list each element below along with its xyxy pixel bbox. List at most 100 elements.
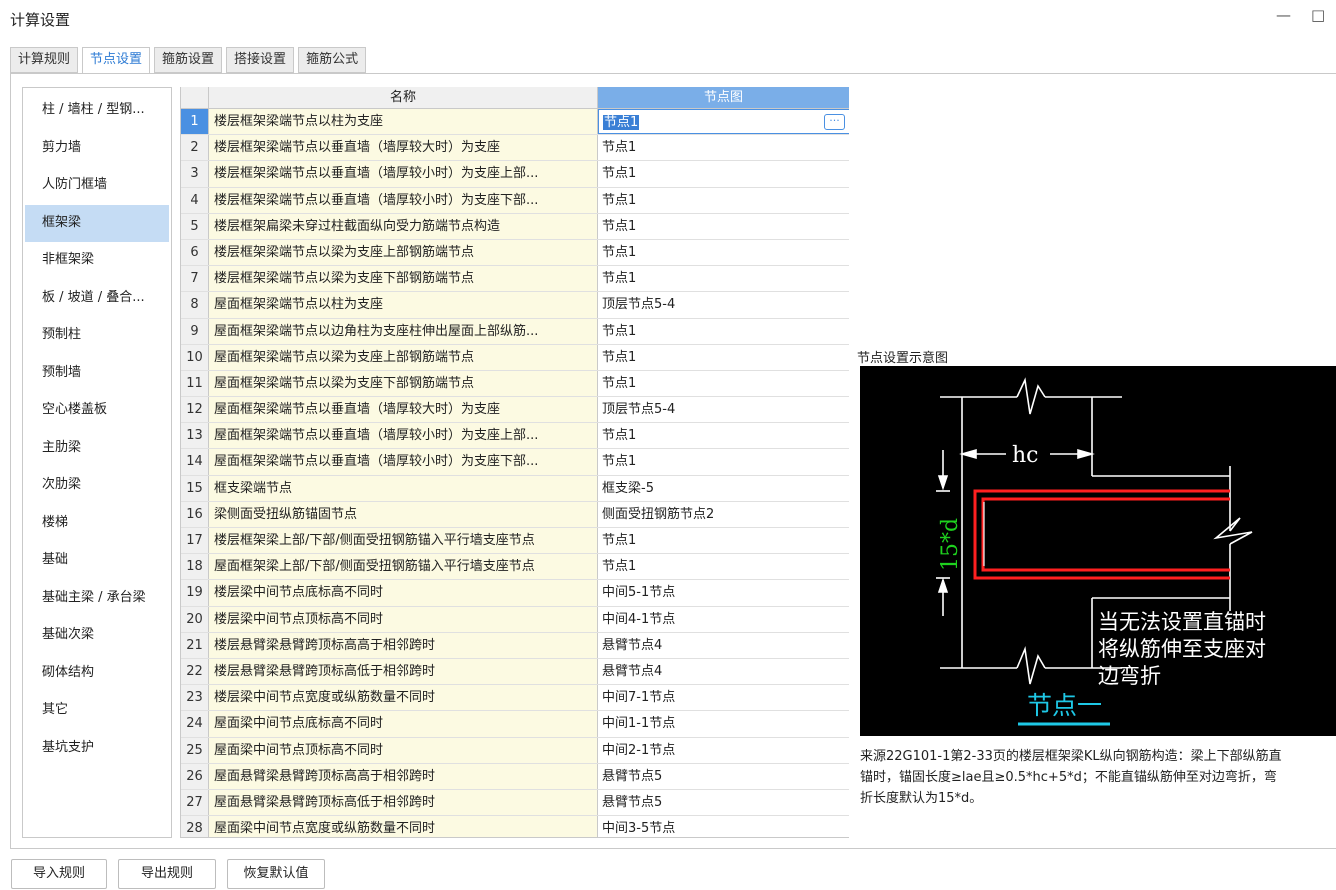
sidebar-item[interactable]: 板 / 坡道 / 叠合... <box>25 280 169 318</box>
table-row[interactable]: 28 屋面梁中间节点宽度或纵筋数量不同时 中间3-5节点 <box>181 816 849 837</box>
row-number[interactable]: 18 <box>181 554 209 580</box>
row-node-cell[interactable]: 中间7-1节点 <box>598 685 849 711</box>
row-node-cell[interactable]: 节点1 <box>598 239 849 266</box>
table-row[interactable]: 5 楼层框架扁梁未穿过柱截面纵向受力筋端节点构造 节点1 <box>181 213 849 240</box>
table-row[interactable]: 10 屋面框架梁端节点以梁为支座上部钢筋端节点 节点1 <box>181 344 849 371</box>
row-name-cell[interactable]: 楼层框架梁端节点以垂直墙（墙厚较大时）为支座 <box>209 135 598 161</box>
sidebar-item[interactable]: 框架梁 <box>25 204 169 242</box>
sidebar-item[interactable]: 剪力墙 <box>25 130 169 168</box>
table-row[interactable]: 17 楼层框架梁上部/下部/侧面受扭钢筋锚入平行墙支座节点 节点1 <box>181 528 849 555</box>
row-node-cell[interactable]: 节点1 <box>598 213 849 239</box>
row-node-cell[interactable]: 节点1 <box>598 423 849 449</box>
sidebar-item[interactable]: 基础 <box>25 542 169 580</box>
row-number[interactable]: 13 <box>181 423 209 449</box>
more-options-icon[interactable]: ··· <box>824 114 845 130</box>
row-name-cell[interactable]: 屋面框架梁端节点以垂直墙（墙厚较小时）为支座上部... <box>209 423 598 449</box>
table-row[interactable]: 14 屋面框架梁端节点以垂直墙（墙厚较小时）为支座下部... 节点1 <box>181 449 849 476</box>
row-number[interactable]: 27 <box>181 789 209 816</box>
row-name-cell[interactable]: 楼层悬臂梁悬臂跨顶标高高于相邻跨时 <box>209 632 598 658</box>
row-number[interactable]: 2 <box>181 135 209 161</box>
row-node-cell[interactable]: 悬臂节点5 <box>598 763 849 789</box>
row-node-cell[interactable]: 顶层节点5-4 <box>598 292 849 318</box>
table-row[interactable]: 13 屋面框架梁端节点以垂直墙（墙厚较小时）为支座上部... 节点1 <box>181 423 849 450</box>
row-number[interactable]: 11 <box>181 370 209 397</box>
row-name-cell[interactable]: 屋面悬臂梁悬臂跨顶标高高于相邻跨时 <box>209 763 598 789</box>
row-node-cell[interactable]: 节点1 ··· <box>598 109 849 135</box>
row-name-cell[interactable]: 屋面梁中间节点底标高不同时 <box>209 711 598 737</box>
row-name-cell[interactable]: 屋面框架梁端节点以边角柱为支座柱伸出屋面上部纵筋... <box>209 318 598 344</box>
row-node-cell[interactable]: 节点1 <box>598 370 849 397</box>
sidebar-item[interactable]: 次肋梁 <box>25 467 169 505</box>
row-number[interactable]: 25 <box>181 737 209 763</box>
table-row[interactable]: 22 楼层悬臂梁悬臂跨顶标高低于相邻跨时 悬臂节点4 <box>181 658 849 686</box>
table-row[interactable]: 25 屋面梁中间节点顶标高不同时 中间2-1节点 <box>181 737 849 764</box>
row-name-cell[interactable]: 楼层框架梁端节点以柱为支座 <box>209 109 598 135</box>
sidebar-item[interactable]: 人防门框墙 <box>25 167 169 205</box>
row-number[interactable]: 22 <box>181 658 209 685</box>
row-node-cell[interactable]: 节点1 <box>598 449 849 475</box>
import-rules-button[interactable]: 导入规则 <box>11 859 107 889</box>
row-node-cell[interactable]: 悬臂节点4 <box>598 658 849 685</box>
tab-calc-rules[interactable]: 计算规则 <box>10 47 79 73</box>
row-number[interactable]: 1 <box>181 109 209 135</box>
row-name-cell[interactable]: 框支梁端节点 <box>209 475 598 501</box>
row-node-cell[interactable]: 中间1-1节点 <box>598 711 849 737</box>
sidebar-item[interactable]: 其它 <box>25 692 169 730</box>
node-value-selected[interactable]: 节点1 <box>603 115 640 130</box>
minimize-button[interactable]: — <box>1276 6 1291 24</box>
row-name-cell[interactable]: 梁侧面受扭纵筋锚固节点 <box>209 501 598 527</box>
row-number[interactable]: 5 <box>181 213 209 239</box>
row-name-cell[interactable]: 楼层框架梁上部/下部/侧面受扭钢筋锚入平行墙支座节点 <box>209 528 598 554</box>
table-row[interactable]: 2 楼层框架梁端节点以垂直墙（墙厚较大时）为支座 节点1 <box>181 135 849 162</box>
row-name-cell[interactable]: 屋面框架梁端节点以柱为支座 <box>209 292 598 318</box>
row-number[interactable]: 20 <box>181 606 209 632</box>
table-row[interactable]: 24 屋面梁中间节点底标高不同时 中间1-1节点 <box>181 711 849 738</box>
table-row[interactable]: 1 楼层框架梁端节点以柱为支座 节点1 ··· <box>181 109 849 136</box>
row-name-cell[interactable]: 屋面框架梁端节点以梁为支座上部钢筋端节点 <box>209 344 598 370</box>
maximize-button[interactable]: □ <box>1311 6 1325 24</box>
row-node-cell[interactable]: 中间3-5节点 <box>598 816 849 837</box>
row-number[interactable]: 6 <box>181 239 209 266</box>
table-row[interactable]: 11 屋面框架梁端节点以梁为支座下部钢筋端节点 节点1 <box>181 370 849 398</box>
table-row[interactable]: 6 楼层框架梁端节点以梁为支座上部钢筋端节点 节点1 <box>181 239 849 267</box>
table-row[interactable]: 8 屋面框架梁端节点以柱为支座 顶层节点5-4 <box>181 292 849 319</box>
sidebar-item[interactable]: 基础主梁 / 承台梁 <box>25 580 169 618</box>
row-node-cell[interactable]: 节点1 <box>598 318 849 344</box>
sidebar-item[interactable]: 非框架梁 <box>25 242 169 280</box>
row-node-cell[interactable]: 节点1 <box>598 161 849 187</box>
row-node-cell[interactable]: 节点1 <box>598 187 849 213</box>
table-row[interactable]: 15 框支梁端节点 框支梁-5 <box>181 475 849 502</box>
row-name-cell[interactable]: 屋面梁中间节点顶标高不同时 <box>209 737 598 763</box>
row-number[interactable]: 19 <box>181 580 209 606</box>
row-node-cell[interactable]: 中间5-1节点 <box>598 580 849 606</box>
row-node-cell[interactable]: 框支梁-5 <box>598 475 849 501</box>
sidebar-item[interactable]: 楼梯 <box>25 505 169 543</box>
row-node-cell[interactable]: 节点1 <box>598 344 849 370</box>
row-number[interactable]: 26 <box>181 763 209 789</box>
row-node-cell[interactable]: 悬臂节点5 <box>598 789 849 816</box>
row-node-cell[interactable]: 顶层节点5-4 <box>598 397 849 423</box>
table-row[interactable]: 20 楼层梁中间节点顶标高不同时 中间4-1节点 <box>181 606 849 633</box>
grid-header-name[interactable]: 名称 <box>209 87 598 109</box>
row-number[interactable]: 16 <box>181 501 209 527</box>
table-row[interactable]: 18 屋面框架梁上部/下部/侧面受扭钢筋锚入平行墙支座节点 节点1 <box>181 554 849 581</box>
table-row[interactable]: 16 梁侧面受扭纵筋锚固节点 侧面受扭钢筋节点2 <box>181 501 849 528</box>
row-name-cell[interactable]: 楼层梁中间节点宽度或纵筋数量不同时 <box>209 685 598 711</box>
row-name-cell[interactable]: 屋面框架梁端节点以梁为支座下部钢筋端节点 <box>209 370 598 397</box>
row-number[interactable]: 28 <box>181 816 209 837</box>
row-number[interactable]: 17 <box>181 528 209 554</box>
table-row[interactable]: 4 楼层框架梁端节点以垂直墙（墙厚较小时）为支座下部... 节点1 <box>181 187 849 214</box>
row-node-cell[interactable]: 节点1 <box>598 554 849 580</box>
table-row[interactable]: 21 楼层悬臂梁悬臂跨顶标高高于相邻跨时 悬臂节点4 <box>181 632 849 659</box>
tab-lap-settings[interactable]: 搭接设置 <box>226 47 295 73</box>
row-number[interactable]: 7 <box>181 266 209 292</box>
sidebar-item[interactable]: 基坑支护 <box>25 730 169 768</box>
row-name-cell[interactable]: 屋面梁中间节点宽度或纵筋数量不同时 <box>209 816 598 837</box>
row-number[interactable]: 23 <box>181 685 209 711</box>
row-name-cell[interactable]: 楼层框架梁端节点以梁为支座上部钢筋端节点 <box>209 239 598 266</box>
sidebar-item[interactable]: 空心楼盖板 <box>25 392 169 430</box>
sidebar-item[interactable]: 主肋梁 <box>25 430 169 468</box>
tab-stirrup-settings[interactable]: 箍筋设置 <box>154 47 223 73</box>
row-name-cell[interactable]: 楼层框架梁端节点以梁为支座下部钢筋端节点 <box>209 266 598 292</box>
row-name-cell[interactable]: 楼层梁中间节点顶标高不同时 <box>209 606 598 632</box>
